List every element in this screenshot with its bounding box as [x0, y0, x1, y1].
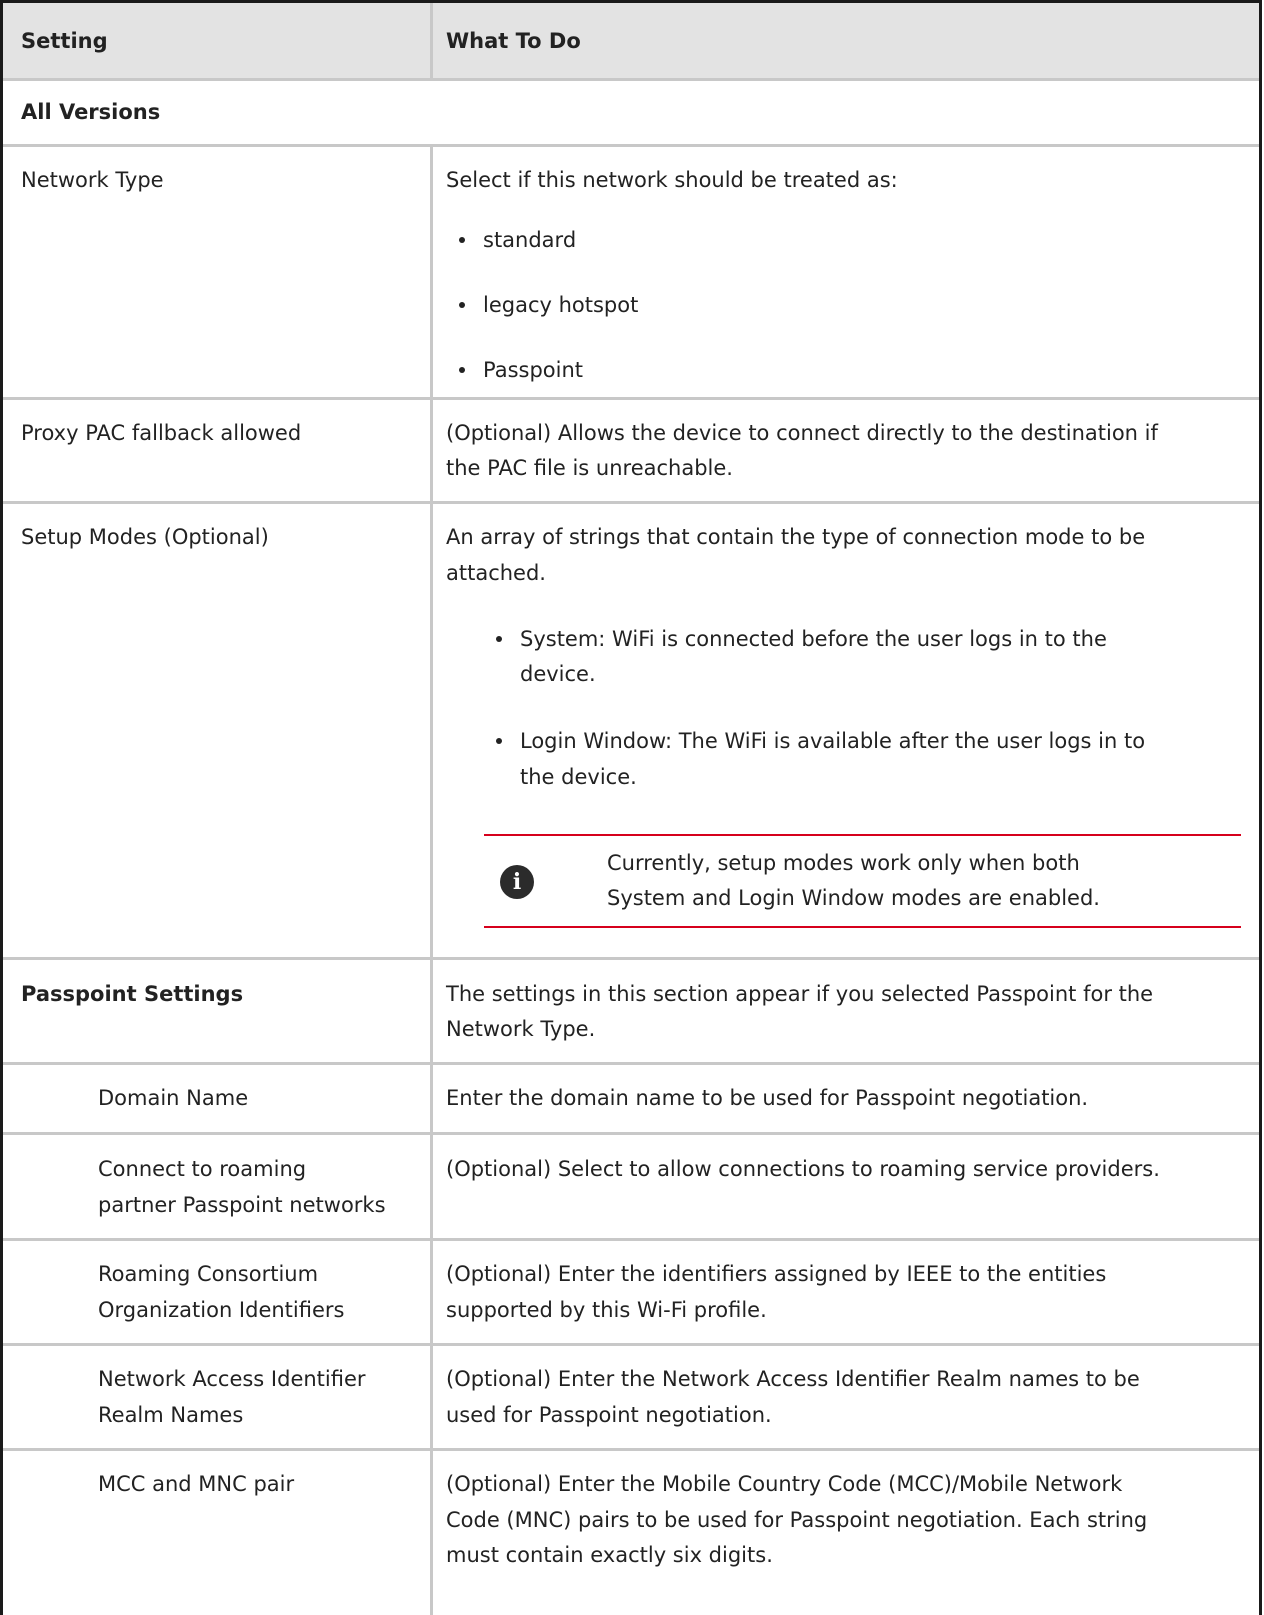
setup-modes-desc: attached.	[446, 561, 546, 585]
info-icon: i	[500, 865, 534, 899]
network-type-option: standard	[483, 228, 577, 252]
setting-roaming-partner: partner Passpoint networks	[98, 1193, 386, 1217]
note-text: Currently, setup modes work only when bo…	[607, 851, 1080, 875]
row-separator	[3, 1448, 1259, 1451]
bullet	[459, 237, 465, 243]
setting-proxy-pac: Proxy PAC fallback allowed	[21, 421, 302, 445]
row-separator	[3, 957, 1259, 960]
row-separator	[3, 144, 1259, 147]
setting-roaming-partner: Connect to roaming	[98, 1157, 307, 1181]
settings-table: Setting What To Do All Versions Network …	[0, 0, 1264, 1615]
row-separator	[3, 1062, 1259, 1065]
mcc-mnc-desc: Code (MNC) pairs to be used for Passpoin…	[446, 1508, 1148, 1532]
network-type-option: Passpoint	[483, 358, 584, 382]
roaming-consortium-desc: (Optional) Enter the identifiers assigne…	[446, 1262, 1107, 1286]
domain-name-desc: Enter the domain name to be used for Pas…	[446, 1086, 1089, 1110]
setting-nai-realm: Network Access Identifier	[98, 1367, 366, 1391]
setup-mode-login: Login Window: The WiFi is available afte…	[520, 729, 1146, 753]
header-setting: Setting	[21, 29, 108, 53]
setting-roaming-consortium: Roaming Consortium	[98, 1262, 319, 1286]
section-passpoint-settings: Passpoint Settings	[21, 982, 244, 1006]
setting-setup-modes: Setup Modes (Optional)	[21, 525, 269, 549]
bullet	[459, 302, 465, 308]
roaming-partner-desc: (Optional) Select to allow connections t…	[446, 1157, 1160, 1181]
roaming-consortium-desc: supported by this Wi-Fi profile.	[446, 1298, 767, 1322]
setting-network-type: Network Type	[21, 168, 164, 192]
network-type-option: legacy hotspot	[483, 293, 639, 317]
table-border-left	[0, 0, 3, 1615]
setup-mode-login: the device.	[520, 765, 637, 789]
setting-roaming-consortium: Organization Identifiers	[98, 1298, 345, 1322]
section-all-versions: All Versions	[21, 100, 161, 124]
note-text: System and Login Window modes are enable…	[607, 886, 1100, 910]
bullet	[496, 738, 502, 744]
mcc-mnc-desc: (Optional) Enter the Mobile Country Code…	[446, 1472, 1123, 1496]
bullet	[496, 636, 502, 642]
column-divider	[430, 146, 433, 1615]
row-separator	[3, 501, 1259, 504]
row-separator	[3, 1238, 1259, 1241]
proxy-pac-desc: (Optional) Allows the device to connect …	[446, 421, 1158, 445]
network-type-intro: Select if this network should be treated…	[446, 168, 898, 192]
setting-nai-realm: Realm Names	[98, 1403, 244, 1427]
setup-mode-system: System: WiFi is connected before the use…	[520, 627, 1107, 651]
setup-modes-desc: An array of strings that contain the typ…	[446, 525, 1146, 549]
passpoint-desc: Network Type.	[446, 1017, 596, 1041]
note-rule-bottom	[484, 926, 1241, 928]
setting-domain-name: Domain Name	[98, 1086, 249, 1110]
row-separator	[3, 1132, 1259, 1135]
bullet	[459, 367, 465, 373]
table-border-right	[1259, 0, 1262, 1615]
setting-mcc-mnc: MCC and MNC pair	[98, 1472, 295, 1496]
row-separator	[3, 78, 1259, 81]
note-rule-top	[484, 834, 1241, 836]
proxy-pac-desc: the PAC file is unreachable.	[446, 456, 733, 480]
column-divider	[430, 3, 433, 81]
mcc-mnc-desc: must contain exactly six digits.	[446, 1543, 773, 1567]
table-header	[3, 3, 1259, 80]
row-separator	[3, 397, 1259, 400]
row-separator	[3, 1343, 1259, 1346]
header-what-to-do: What To Do	[446, 29, 581, 53]
nai-realm-desc: used for Passpoint negotiation.	[446, 1403, 772, 1427]
setup-mode-system: device.	[520, 662, 596, 686]
passpoint-desc: The settings in this section appear if y…	[446, 982, 1154, 1006]
table-border-top	[0, 0, 1262, 3]
nai-realm-desc: (Optional) Enter the Network Access Iden…	[446, 1367, 1140, 1391]
